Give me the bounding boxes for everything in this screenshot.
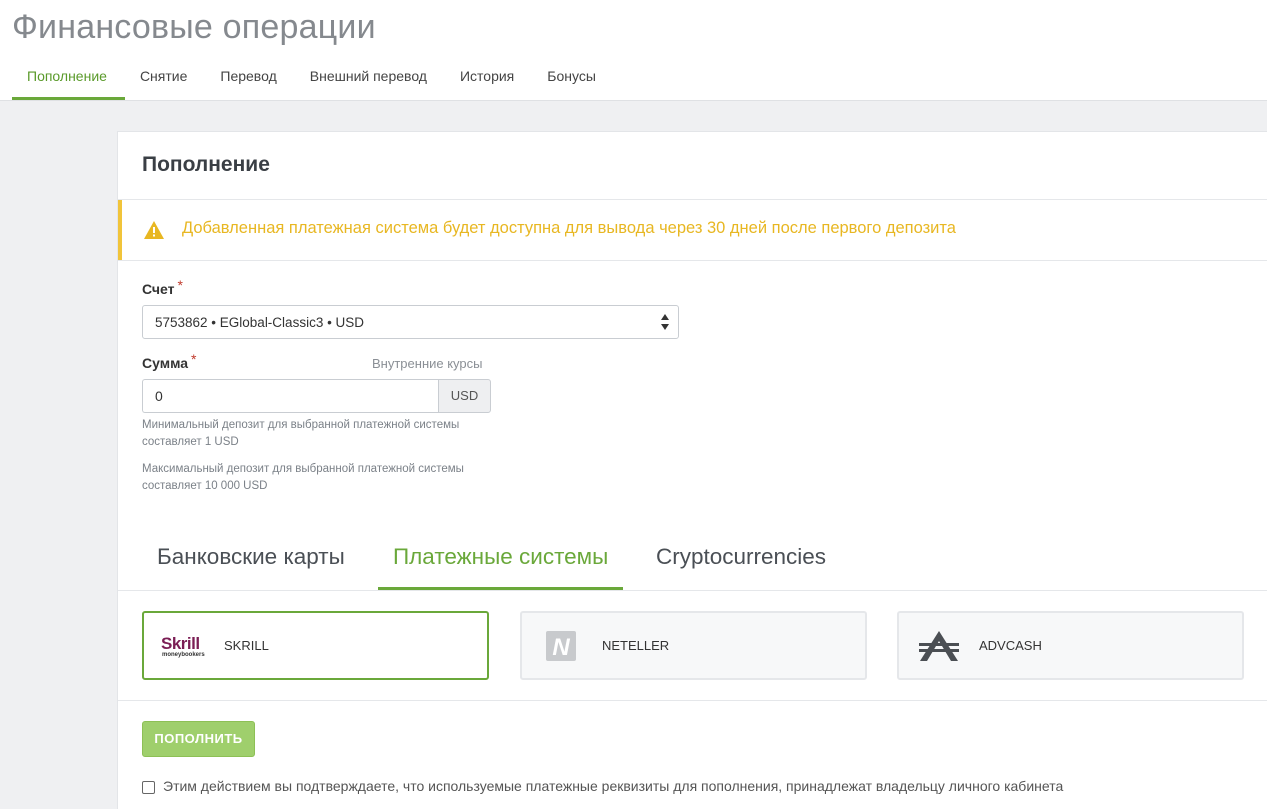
warning-icon bbox=[144, 221, 164, 239]
page-title: Финансовые операции bbox=[12, 8, 376, 46]
divider bbox=[118, 590, 1267, 591]
method-card-skrill[interactable]: Skrill moneybookers SKRILL bbox=[142, 611, 489, 680]
tab-payment-systems[interactable]: Платежные системы bbox=[378, 532, 624, 590]
deposit-submit-button[interactable]: ПОПОЛНИТЬ bbox=[142, 721, 255, 757]
tab-cryptocurrencies[interactable]: Cryptocurrencies bbox=[641, 532, 841, 590]
deposit-panel: Пополнение Добавленная платежная система… bbox=[117, 131, 1267, 809]
required-mark: * bbox=[191, 351, 197, 367]
confirm-checkbox[interactable] bbox=[142, 781, 155, 794]
internal-rates-link[interactable]: Внутренние курсы bbox=[372, 356, 483, 371]
neteller-logo-text: N bbox=[552, 634, 570, 661]
advcash-logo-icon bbox=[919, 631, 959, 661]
neteller-logo-icon: N bbox=[546, 631, 576, 661]
required-mark: * bbox=[177, 277, 183, 293]
amount-label: Сумма * bbox=[142, 351, 197, 371]
account-label: Счет * bbox=[142, 277, 183, 297]
warning-alert: Добавленная платежная система будет дост… bbox=[118, 200, 1267, 260]
divider bbox=[118, 700, 1267, 701]
method-card-advcash[interactable]: ADVCASH bbox=[897, 611, 1244, 680]
skrill-logo-icon: Skrill moneybookers bbox=[161, 634, 205, 658]
nav-tab-transfer[interactable]: Перевод bbox=[205, 58, 294, 100]
nav-tab-history[interactable]: История bbox=[445, 58, 532, 100]
method-label: ADVCASH bbox=[979, 638, 1042, 653]
main-nav: Пополнение Снятие Перевод Внешний перево… bbox=[12, 58, 614, 100]
max-deposit-hint: Максимальный депозит для выбранной плате… bbox=[142, 463, 464, 492]
currency-addon: USD bbox=[438, 379, 491, 413]
nav-tab-external-transfer[interactable]: Внешний перевод bbox=[295, 58, 445, 100]
amount-input[interactable] bbox=[142, 379, 438, 413]
tab-bank-cards[interactable]: Банковские карты bbox=[142, 532, 360, 590]
skrill-logo-subtext: moneybookers bbox=[162, 652, 205, 658]
method-label: NETELLER bbox=[602, 638, 670, 653]
top-header: Финансовые операции Пополнение Снятие Пе… bbox=[0, 0, 1267, 101]
select-arrows-icon bbox=[661, 314, 669, 330]
skrill-logo-text: Skrill bbox=[161, 634, 200, 653]
account-select-value: 5753862 • EGlobal-Classic3 • USD bbox=[155, 315, 365, 330]
account-select[interactable]: 5753862 • EGlobal-Classic3 • USD bbox=[142, 305, 679, 339]
nav-tab-withdrawal[interactable]: Снятие bbox=[125, 58, 205, 100]
section-title: Пополнение bbox=[142, 153, 270, 176]
method-card-neteller[interactable]: N NETELLER bbox=[520, 611, 867, 680]
nav-tab-bonuses[interactable]: Бонусы bbox=[532, 58, 614, 100]
alert-message: Добавленная платежная система будет дост… bbox=[182, 219, 956, 237]
confirm-label: Этим действием вы подтверждаете, что исп… bbox=[163, 778, 1064, 794]
divider bbox=[118, 260, 1267, 261]
min-deposit-hint: Минимальный депозит для выбранной платеж… bbox=[142, 419, 460, 448]
nav-tab-deposit[interactable]: Пополнение bbox=[12, 58, 125, 100]
method-label: SKRILL bbox=[224, 638, 269, 653]
